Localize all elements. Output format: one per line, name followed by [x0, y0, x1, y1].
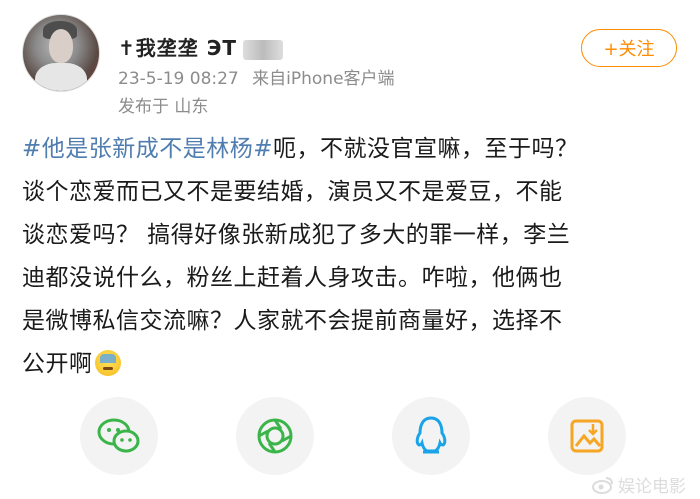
username-blur [243, 39, 284, 60]
share-moments-button[interactable] [236, 397, 314, 475]
post-line-1: #他是张新成不是林杨#呃，不就没官宣嘛，至于吗？ [22, 128, 682, 171]
username-text[interactable]: ✝我垄垄 ЭТ [118, 36, 237, 60]
post-content: #他是张新成不是林杨#呃，不就没官宣嘛，至于吗？ 谈个恋爱而已又不是要结婚，演员… [22, 128, 682, 386]
save-image-button[interactable] [548, 397, 626, 475]
post-source: 来自iPhone客户端 [252, 69, 395, 89]
hashtag-link[interactable]: #他是张新成不是林杨# [22, 136, 273, 162]
post-line-1-text: 呃，不就没官宣嘛，至于吗？ [273, 136, 579, 162]
username[interactable]: ✝我垄垄 ЭТ [118, 32, 284, 61]
watermark-text: 娱论电影 [618, 477, 686, 497]
avatar-shirt [35, 63, 87, 91]
post-timestamp: 23-5-19 08:27 [118, 69, 239, 89]
post-meta: 23-5-19 08:27 来自iPhone客户端 [118, 64, 395, 89]
follow-button[interactable]: +关注 [581, 29, 677, 67]
avatar-face [49, 29, 73, 63]
qq-icon [415, 416, 447, 454]
post-line-3: 谈恋爱吗？ 搞得好像张新成犯了多大的罪一样，李兰 [22, 222, 571, 248]
moments-icon [257, 418, 293, 454]
post-line-6: 公开啊 [22, 343, 682, 386]
post-line-6-text: 公开啊 [22, 351, 93, 377]
share-wechat-button[interactable] [80, 397, 158, 475]
save-image-icon [570, 419, 604, 453]
post-line-4: 迪都没说什么，粉丝上赶着人身攻击。咋啦，他俩也 [22, 265, 563, 291]
share-qq-button[interactable] [392, 397, 470, 475]
wechat-icon [97, 418, 140, 453]
sweat-emoji-icon [94, 350, 121, 376]
post-location: 发布于 山东 [118, 97, 209, 117]
weibo-watermark: 娱论电影 [592, 472, 686, 497]
post-line-2: 谈个恋爱而已又不是要结婚，演员又不是爱豆，不能 [22, 179, 563, 205]
post-line-5: 是微博私信交流嘛？人家就不会提前商量好，选择不 [22, 308, 563, 334]
avatar[interactable] [22, 14, 100, 92]
weibo-logo-icon [592, 476, 613, 494]
